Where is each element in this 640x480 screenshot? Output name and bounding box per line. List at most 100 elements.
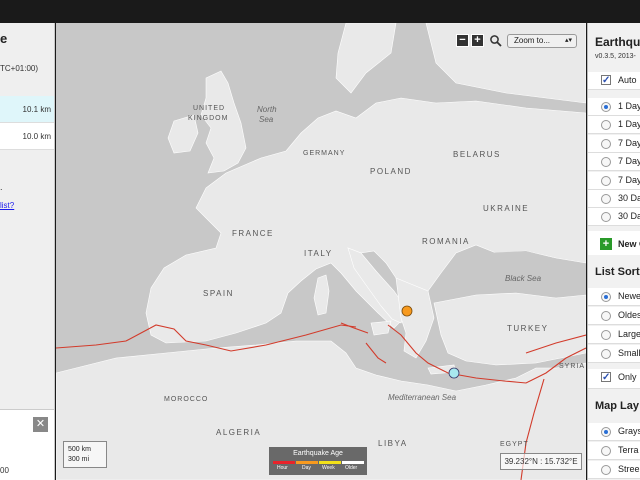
time-option[interactable]: 7 Day <box>588 153 640 171</box>
legend-swatch-day <box>296 461 318 464</box>
auto-update-checkbox[interactable]: ✓ Auto <box>588 72 640 90</box>
earthquake-list-item[interactable]: 10.0 km <box>0 123 54 150</box>
radio-button <box>601 427 611 437</box>
map-label: ALGERIA <box>216 428 262 437</box>
sort-option[interactable]: Oldes <box>588 307 640 325</box>
sort-option[interactable]: Large <box>588 326 640 344</box>
top-bar <box>0 0 640 23</box>
close-icon[interactable]: ✕ <box>33 417 48 432</box>
time-option-label: 1 Day <box>618 119 640 129</box>
only-label: Only <box>618 372 637 382</box>
scale-bar: 500 km 300 mi <box>63 441 107 468</box>
time-option[interactable]: 7 Day <box>588 172 640 190</box>
time-option-label: 7 Day <box>618 175 640 185</box>
depth-value: 10.1 km <box>22 105 51 114</box>
earthquake-marker[interactable] <box>448 367 460 379</box>
earthquake-list-panel: e TC+01:00) 10.1 km 10.0 km . list? ✕ 00 <box>0 23 55 480</box>
map-label: BELARUS <box>453 150 501 159</box>
radio-button <box>601 311 611 321</box>
legend-swatch-week <box>319 461 341 464</box>
magnifier-icon[interactable] <box>489 34 502 47</box>
depth-value: 10.0 km <box>22 132 51 141</box>
layer-option[interactable]: Grays <box>588 423 640 441</box>
time-option[interactable]: 1 Day <box>588 116 640 134</box>
layer-option[interactable]: Terra <box>588 442 640 460</box>
cursor-coordinates: 39.232°N : 15.732°E <box>500 453 582 470</box>
sort-option[interactable]: Newe <box>588 288 640 306</box>
time-option[interactable]: 30 Da <box>588 190 640 208</box>
new-custom-button[interactable]: + New C <box>588 231 640 255</box>
settings-panel: Earthqu v0.3.5, 2013- ✓ Auto 1 Day 1 Day… <box>587 23 640 480</box>
time-option[interactable]: 1 Day <box>588 98 640 116</box>
radio-button <box>601 446 611 456</box>
only-checkbox[interactable]: ✓ Only <box>588 369 640 389</box>
auto-label: Auto <box>618 75 637 85</box>
radio-button <box>601 157 611 167</box>
layer-option-label: Grays <box>618 426 640 436</box>
time-option[interactable]: 30 Da <box>588 208 640 226</box>
legend-label: Older <box>345 465 358 471</box>
zoom-in-button[interactable]: + <box>471 34 484 47</box>
radio-button <box>601 139 611 149</box>
scale-km: 500 km <box>68 446 91 453</box>
map-label: Black Sea <box>505 274 542 283</box>
detail-value: 00 <box>0 466 9 475</box>
map-label: UNITED <box>193 105 226 112</box>
map-view[interactable]: UNITED KINGDOM North Sea GERMANY POLAND … <box>56 23 586 480</box>
layer-option-label: Stree <box>618 464 640 474</box>
list-link[interactable]: list? <box>0 201 14 210</box>
sort-option-label: Oldes <box>618 310 640 320</box>
map-label: Sea <box>259 115 274 124</box>
legend-title: Earthquake Age <box>293 450 343 457</box>
sort-option-label: Large <box>618 329 640 339</box>
timezone-label: TC+01:00) <box>0 64 39 73</box>
radio-button <box>601 330 611 340</box>
radio-button <box>601 292 611 302</box>
layer-option[interactable]: Stree <box>588 461 640 479</box>
sort-option-label: Small <box>618 348 640 358</box>
checkmark-icon: ✓ <box>601 372 611 383</box>
map-label: SPAIN <box>203 289 234 298</box>
zoom-to-select[interactable]: Zoom to... ▴▾ <box>507 34 577 48</box>
time-option[interactable]: 7 Day <box>588 135 640 153</box>
zoom-to-label: Zoom to... <box>514 36 551 45</box>
scale-mi: 300 mi <box>68 456 90 463</box>
list-sort-heading: List Sort <box>595 266 640 278</box>
radio-button <box>601 194 611 204</box>
radio-button <box>601 212 611 222</box>
legend-swatch-hour <box>273 461 295 464</box>
plus-icon: + <box>600 238 612 250</box>
radio-button <box>601 102 611 112</box>
map-label: ITALY <box>304 249 333 258</box>
time-option-label: 7 Day <box>618 138 640 148</box>
updown-arrow-icon: ▴▾ <box>564 37 572 44</box>
new-custom-label: New C <box>618 239 640 249</box>
sort-option[interactable]: Small <box>588 345 640 363</box>
layer-option-label: Terra <box>618 445 639 455</box>
list-title: e <box>0 31 8 46</box>
map-label: LIBYA <box>378 439 408 448</box>
app-version: v0.3.5, 2013- <box>595 53 636 60</box>
radio-button <box>601 349 611 359</box>
time-option-label: 7 Day <box>618 156 640 166</box>
radio-button <box>601 465 611 475</box>
map-label: EGYPT <box>500 441 529 448</box>
zoom-out-button[interactable]: − <box>456 34 469 47</box>
earthquake-list-item[interactable]: 10.1 km <box>0 96 54 123</box>
list-note: . <box>0 182 3 192</box>
radio-button <box>601 120 611 130</box>
time-option-label: 30 Da <box>618 211 640 221</box>
map-label: MOROCCO <box>164 396 209 403</box>
map-label: North <box>257 105 277 114</box>
legend-label: Day <box>302 465 311 471</box>
earthquake-marker[interactable] <box>401 305 413 317</box>
legend-swatch-older <box>342 461 364 464</box>
map-label: KINGDOM <box>188 115 229 122</box>
sort-option-label: Newe <box>618 291 640 301</box>
map-label: GERMANY <box>303 150 346 157</box>
app-title: Earthqu <box>595 35 640 49</box>
earthquake-age-legend: Earthquake Age Hour Day Week Older <box>269 447 367 475</box>
time-option-label: 1 Day <box>618 101 640 111</box>
map-label: ROMANIA <box>422 237 470 246</box>
map-label: UKRAINE <box>483 204 530 213</box>
